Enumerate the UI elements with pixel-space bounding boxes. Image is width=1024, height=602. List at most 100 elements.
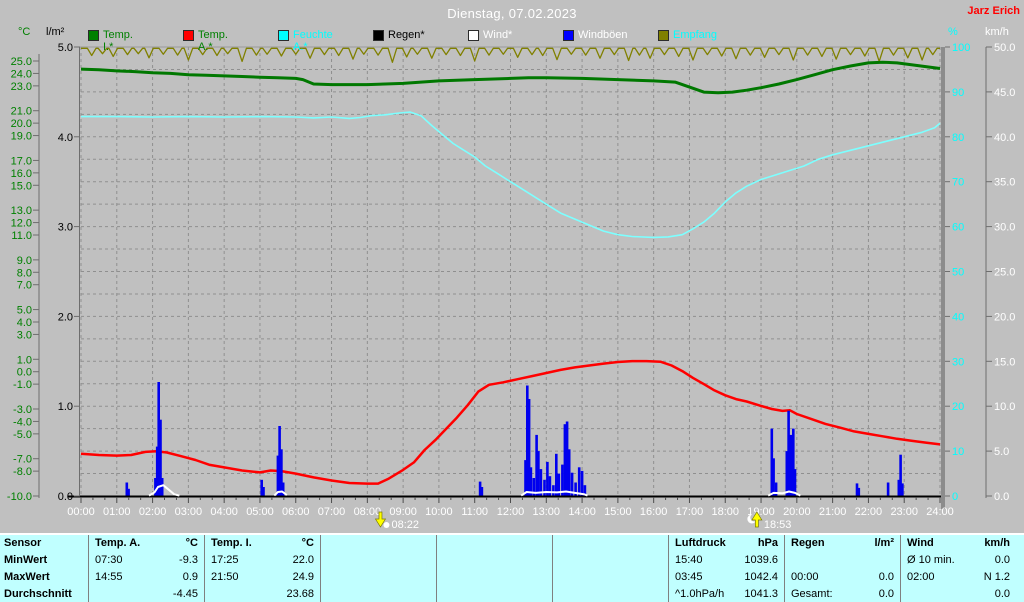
chart-title: Dienstag, 07.02.2023 bbox=[0, 6, 1024, 21]
stats-cell-row0: Temp. I.°C bbox=[205, 535, 320, 552]
stats-col-empty-4 bbox=[552, 535, 668, 602]
stat-value: 1039.6 bbox=[744, 552, 778, 569]
legend-color-swatch bbox=[658, 30, 669, 41]
stat-time: ^1.0hPa/h bbox=[675, 586, 724, 602]
humidity-tick-label: 100 bbox=[952, 42, 970, 54]
axis-unit-rain: l/m² bbox=[46, 26, 64, 38]
humidity-tick-label: 10 bbox=[952, 446, 964, 458]
stat-time: 00:00 bbox=[791, 569, 819, 586]
gust-bar bbox=[546, 462, 549, 496]
stats-col-temp-i: Temp. I.°C17:2522.021:5024.923.68 bbox=[204, 535, 320, 602]
series-wind bbox=[149, 485, 179, 495]
axis-unit-wind: km/h bbox=[985, 26, 1009, 38]
celsius-tick-label: 7.0 bbox=[17, 280, 32, 292]
stats-cell-row3: ^1.0hPa/h 1041.3 bbox=[669, 586, 784, 602]
stats-cell-row3 bbox=[437, 586, 552, 602]
legend-label: Empfang bbox=[673, 29, 717, 41]
stats-col-wind: Windkm/hØ 10 min.0.002:00N 1.20.0 bbox=[900, 535, 1016, 602]
celsius-tick-label: 23.0 bbox=[11, 81, 32, 93]
celsius-tick-label: -7.0 bbox=[13, 454, 32, 466]
legend-color-swatch bbox=[183, 30, 194, 41]
stats-cell-row1 bbox=[553, 552, 668, 569]
stats-cell-row2: 14:550.9 bbox=[89, 569, 204, 586]
celsius-tick-label: -5.0 bbox=[13, 429, 32, 441]
rain-tick-label: 0.0 bbox=[58, 491, 73, 503]
stats-row-labels-column: SensorMinWertMaxWertDurchschnitt bbox=[0, 535, 88, 602]
celsius-tick-label: 3.0 bbox=[17, 329, 32, 341]
stats-cell-row1: 15:401039.6 bbox=[669, 552, 784, 569]
stat-value: 0.0 bbox=[879, 569, 894, 586]
station-owner-label: Jarz Erich bbox=[967, 5, 1020, 17]
celsius-tick-label: 1.0 bbox=[17, 354, 32, 366]
gust-bar bbox=[161, 478, 164, 496]
wind-tick-label: 40.0 bbox=[994, 132, 1015, 144]
hour-label: 12:00 bbox=[497, 506, 525, 518]
stat-time: 17:25 bbox=[211, 552, 239, 569]
stat-value: 0.0 bbox=[995, 552, 1010, 569]
stats-col-temp-a: Temp. A.°C07:30-9.314:550.9-4.45 bbox=[88, 535, 204, 602]
plot-border-right-thick bbox=[941, 47, 945, 509]
hour-label: 07:00 bbox=[318, 506, 346, 518]
stats-cell-row2: 02:00N 1.2 bbox=[901, 569, 1016, 586]
stats-row-label-3: Durchschnitt bbox=[0, 586, 88, 602]
hour-label: 17:00 bbox=[676, 506, 704, 518]
legend-label: Temp. I.* bbox=[103, 29, 133, 53]
stat-time: 07:30 bbox=[95, 552, 123, 569]
wind-tick-label: 45.0 bbox=[994, 87, 1015, 99]
legend-label: Windböen bbox=[578, 29, 628, 41]
humidity-tick-label: 70 bbox=[952, 177, 964, 189]
sensor-name: Temp. I. bbox=[211, 535, 252, 552]
humidity-tick-label: 90 bbox=[952, 87, 964, 99]
stat-value: 0.0 bbox=[995, 586, 1010, 602]
stat-value: -9.3 bbox=[179, 552, 198, 569]
celsius-tick-label: 15.0 bbox=[11, 180, 32, 192]
sunrise-time-label: 08:22 bbox=[391, 519, 419, 531]
celsius-tick-label: 0.0 bbox=[17, 367, 32, 379]
stat-time: 21:50 bbox=[211, 569, 239, 586]
stats-cell-row0: Regenl/m² bbox=[785, 535, 900, 552]
stats-cell-row2: 03:451042.4 bbox=[669, 569, 784, 586]
stat-time: 02:00 bbox=[907, 569, 935, 586]
hour-label: 18:00 bbox=[711, 506, 739, 518]
hour-label: 23:00 bbox=[890, 506, 918, 518]
hour-label: 00:00 bbox=[67, 506, 95, 518]
celsius-tick-label: -3.0 bbox=[13, 404, 32, 416]
gust-bar bbox=[481, 487, 484, 496]
rain-tick-label: 2.0 bbox=[58, 311, 73, 323]
gust-bar bbox=[858, 488, 861, 496]
stat-time: 14:55 bbox=[95, 569, 123, 586]
humidity-tick-label: 0 bbox=[952, 491, 958, 503]
sensor-name: Wind bbox=[907, 535, 934, 552]
gust-bar bbox=[789, 435, 792, 496]
wind-tick-label: 35.0 bbox=[994, 177, 1015, 189]
stat-time: Ø 10 min. bbox=[907, 552, 955, 569]
stats-cell-row3: 23.68 bbox=[205, 586, 320, 602]
legend-label: Feuchte A.* bbox=[293, 29, 333, 53]
wind-tick-label: 20.0 bbox=[994, 311, 1015, 323]
hour-label: 11:00 bbox=[461, 506, 488, 518]
celsius-tick-label: -4.0 bbox=[13, 416, 32, 428]
gust-bar bbox=[578, 467, 581, 496]
legend-color-swatch bbox=[88, 30, 99, 41]
stats-cell-row1: 07:30 -9.3 bbox=[89, 552, 204, 569]
celsius-tick-label: -1.0 bbox=[13, 379, 32, 391]
celsius-tick-label: 13.0 bbox=[11, 205, 32, 217]
celsius-tick-label: 8.0 bbox=[17, 267, 32, 279]
legend-label: Temp. A.* bbox=[198, 29, 228, 53]
legend-label: Regen* bbox=[388, 29, 425, 41]
rain-tick-label: 4.0 bbox=[58, 132, 73, 144]
stats-cell-row0 bbox=[437, 535, 552, 552]
celsius-tick-label: 9.0 bbox=[17, 255, 32, 267]
hour-label: 05:00 bbox=[246, 506, 274, 518]
celsius-tick-label: 11.0 bbox=[11, 230, 32, 242]
stat-value: 1041.3 bbox=[744, 586, 778, 602]
gust-bar bbox=[537, 451, 540, 496]
rain-tick-label: 5.0 bbox=[58, 42, 73, 54]
stat-value: -4.45 bbox=[173, 586, 198, 602]
sensor-unit: l/m² bbox=[874, 535, 894, 552]
gust-bar bbox=[581, 471, 584, 496]
stat-value: 22.0 bbox=[293, 552, 314, 569]
stats-cell-row0 bbox=[321, 535, 436, 552]
celsius-tick-label: -8.0 bbox=[13, 466, 32, 478]
gust-bar bbox=[127, 489, 130, 496]
